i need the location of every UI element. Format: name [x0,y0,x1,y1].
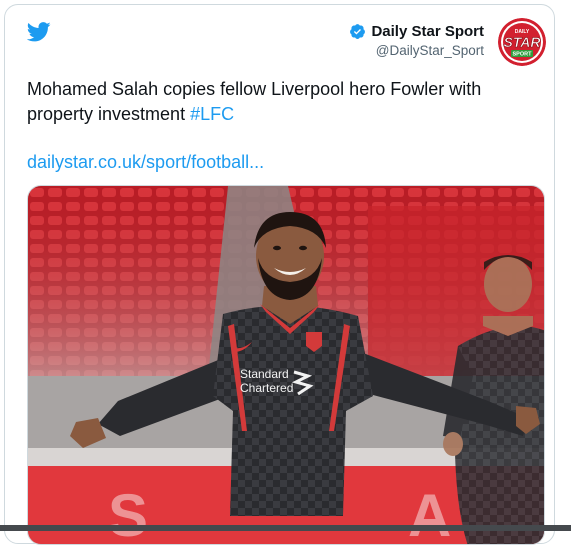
svg-text:A: A [408,482,451,545]
display-name[interactable]: Daily Star Sport [371,23,484,40]
avatar-text-bottom: SPORT [513,52,533,58]
avatar-text-middle: STAR [503,34,541,50]
tweet-text: Mohamed Salah copies fellow Liverpool he… [27,77,537,127]
hashtag-link[interactable]: #LFC [190,104,234,124]
article-link[interactable]: dailystar.co.uk/sport/football... [27,152,264,173]
window-bottom-bar [0,525,571,531]
tweet-media-image[interactable]: S A Standard Chartered [27,185,545,545]
tweet-text-body: Mohamed Salah copies fellow Liverpool he… [27,79,482,124]
account-handle[interactable]: @DailyStar_Sport [349,43,484,58]
twitter-bird-icon[interactable] [27,22,51,42]
verified-badge-icon [350,24,366,39]
sponsor-text-line2: Chartered [240,381,293,395]
tweet-card[interactable]: Daily Star Sport @DailyStar_Sport DAILY … [4,4,555,545]
avatar[interactable]: DAILY STAR SPORT [498,18,546,66]
svg-text:S: S [108,482,148,545]
account-info[interactable]: Daily Star Sport @DailyStar_Sport [349,23,484,58]
sponsor-text-line1: Standard [240,367,289,381]
